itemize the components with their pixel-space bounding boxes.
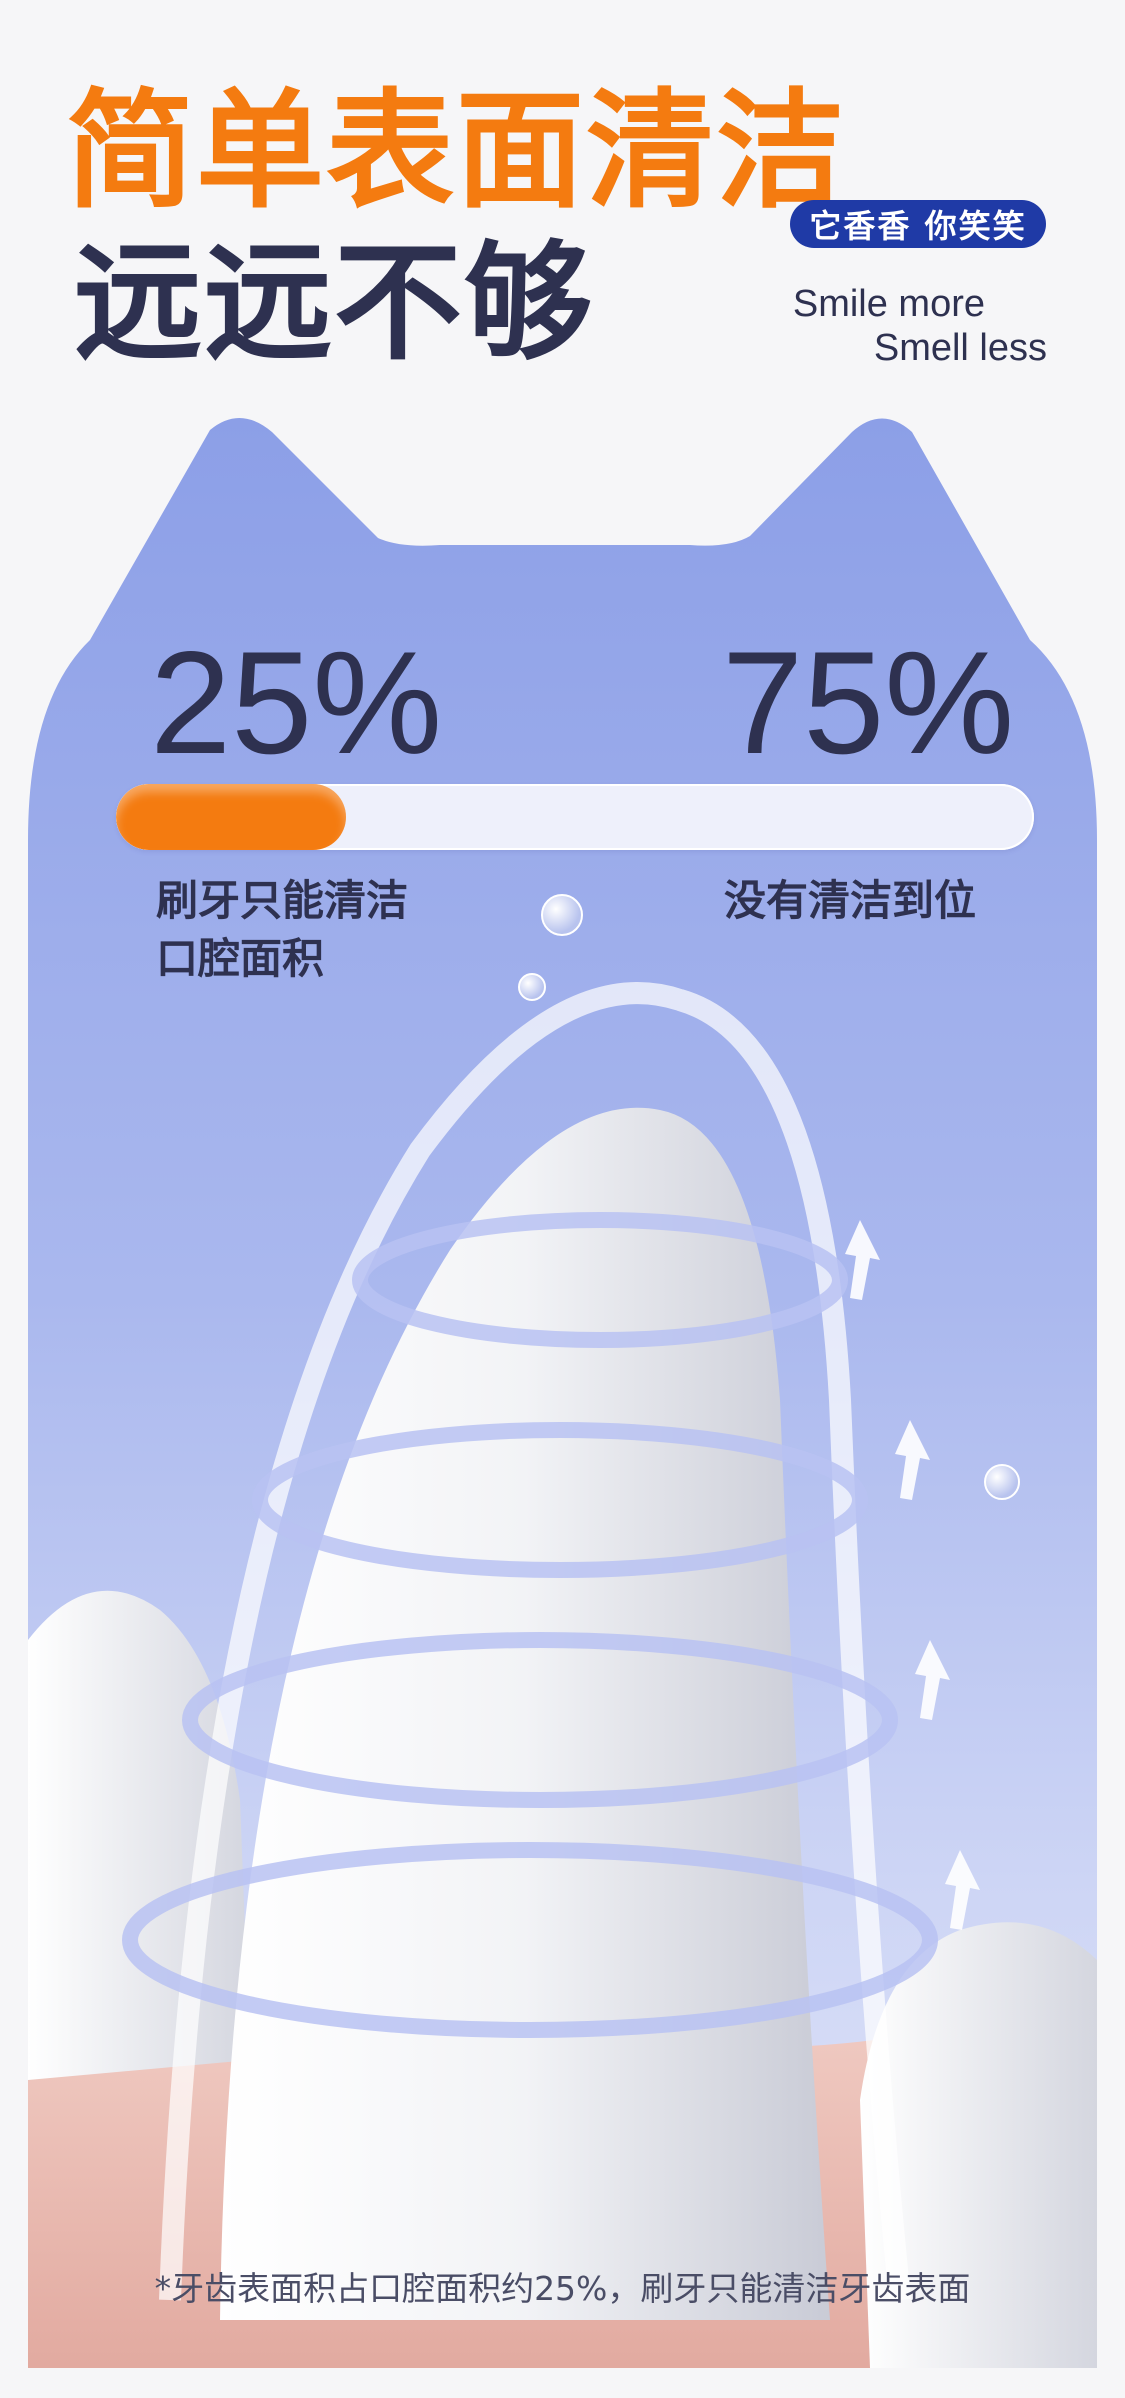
slogan: Smile more Smell less bbox=[793, 282, 1047, 370]
left-caption-line1: 刷牙只能清洁 bbox=[156, 876, 409, 925]
progress-bar-fill bbox=[116, 784, 346, 850]
slogan-line1: Smile more bbox=[792, 283, 985, 325]
headline-line1: 简单表面清洁 bbox=[66, 77, 847, 226]
left-caption-line2: 口腔面积 bbox=[156, 934, 325, 983]
water-drop-icon bbox=[984, 1464, 1020, 1500]
right-caption: 没有清洁到位 bbox=[724, 876, 977, 925]
progress-bar bbox=[116, 784, 1034, 850]
brand-badge: 它香香 你笑笑 bbox=[790, 200, 1046, 248]
water-drop-icon bbox=[541, 894, 583, 936]
left-caption: 刷牙只能清洁 口腔面积 bbox=[156, 872, 476, 988]
water-drop-icon bbox=[518, 973, 546, 1001]
left-percentage: 25% bbox=[150, 621, 443, 784]
slogan-line2: Smell less bbox=[873, 327, 1047, 369]
footnote: *牙齿表面积占口腔面积约25%，刷牙只能清洁牙齿表面 bbox=[154, 2269, 971, 2308]
right-percentage: 75% bbox=[722, 621, 1015, 784]
headline-line2: 远远不够 bbox=[74, 229, 595, 378]
